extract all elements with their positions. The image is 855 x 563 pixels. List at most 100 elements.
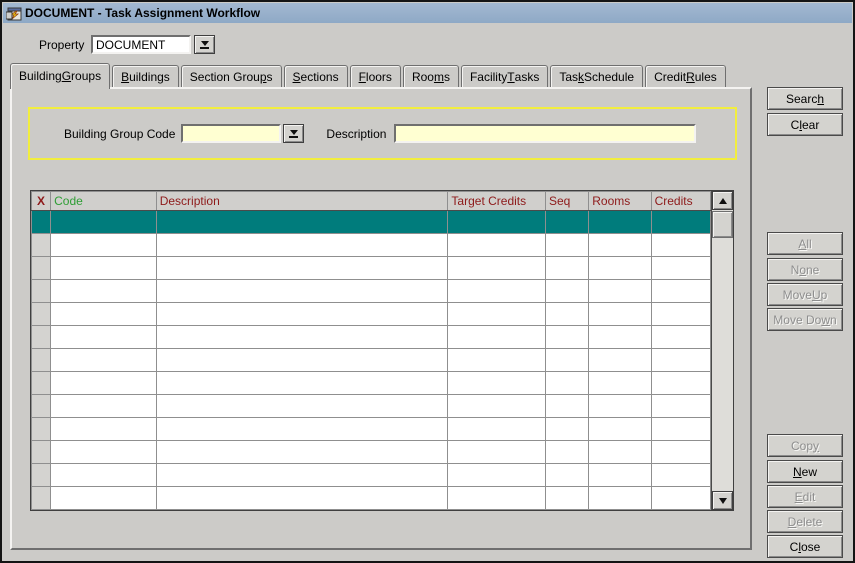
row-selector-cell[interactable] [32,349,51,372]
table-cell[interactable] [51,303,157,326]
table-cell[interactable] [156,395,448,418]
table-cell[interactable] [651,326,710,349]
row-selector-cell[interactable] [32,234,51,257]
building-group-code-lov-button[interactable] [283,124,304,143]
table-cell[interactable] [156,372,448,395]
table-cell[interactable] [448,349,546,372]
search-button[interactable]: Search [767,87,843,110]
tab-section-groups[interactable]: Section Groups [181,65,282,87]
table-row[interactable] [32,211,711,234]
tab-floors[interactable]: Floors [350,65,401,87]
table-cell[interactable] [545,280,588,303]
table-cell[interactable] [589,487,651,510]
table-cell[interactable] [448,464,546,487]
table-cell[interactable] [156,257,448,280]
table-cell[interactable] [589,257,651,280]
table-cell[interactable] [651,372,710,395]
tab-task-schedule[interactable]: Task Schedule [550,65,643,87]
table-cell[interactable] [156,303,448,326]
table-cell[interactable] [51,441,157,464]
property-input[interactable] [91,35,191,54]
table-cell[interactable] [51,234,157,257]
table-row[interactable] [32,257,711,280]
table-cell[interactable] [51,349,157,372]
table-cell[interactable] [448,234,546,257]
table-cell[interactable] [589,418,651,441]
vertical-scrollbar[interactable] [711,191,733,510]
table-cell[interactable] [589,464,651,487]
table-cell[interactable] [589,280,651,303]
scroll-up-button[interactable] [712,191,733,210]
table-cell[interactable] [545,487,588,510]
table-cell[interactable] [51,487,157,510]
table-cell[interactable] [545,234,588,257]
table-cell[interactable] [156,487,448,510]
table-row[interactable] [32,487,711,510]
row-selector-cell[interactable] [32,441,51,464]
table-cell[interactable] [448,418,546,441]
table-cell[interactable] [545,441,588,464]
table-cell[interactable] [589,211,651,234]
scroll-down-button[interactable] [712,491,733,510]
table-cell[interactable] [448,326,546,349]
tab-credit-rules[interactable]: Credit Rules [645,65,726,87]
tab-rooms[interactable]: Rooms [403,65,459,87]
table-cell[interactable] [51,395,157,418]
table-cell[interactable] [545,349,588,372]
table-cell[interactable] [51,280,157,303]
tab-facility-tasks[interactable]: Facility Tasks [461,65,548,87]
table-cell[interactable] [651,303,710,326]
table-cell[interactable] [651,441,710,464]
table-row[interactable] [32,280,711,303]
table-row[interactable] [32,372,711,395]
table-cell[interactable] [651,464,710,487]
building-group-code-input[interactable] [181,124,281,143]
table-cell[interactable] [651,211,710,234]
clear-button[interactable]: Clear [767,113,843,136]
table-cell[interactable] [651,280,710,303]
table-cell[interactable] [448,280,546,303]
table-cell[interactable] [156,349,448,372]
table-cell[interactable] [589,303,651,326]
table-cell[interactable] [589,349,651,372]
row-selector-cell[interactable] [32,395,51,418]
table-row[interactable] [32,441,711,464]
table-cell[interactable] [589,395,651,418]
table-cell[interactable] [51,326,157,349]
row-selector-cell[interactable] [32,464,51,487]
table-cell[interactable] [156,326,448,349]
description-input[interactable] [394,124,696,143]
row-selector-cell[interactable] [32,487,51,510]
tab-buildings[interactable]: Buildings [112,65,179,87]
table-row[interactable] [32,349,711,372]
table-row[interactable] [32,303,711,326]
table-cell[interactable] [651,395,710,418]
table-cell[interactable] [589,234,651,257]
table-cell[interactable] [156,211,448,234]
table-cell[interactable] [51,211,157,234]
scrollbar-thumb[interactable] [712,211,733,238]
table-cell[interactable] [545,372,588,395]
table-cell[interactable] [156,464,448,487]
table-row[interactable] [32,464,711,487]
table-cell[interactable] [156,441,448,464]
table-cell[interactable] [651,234,710,257]
property-lov-button[interactable] [194,35,215,54]
row-selector-cell[interactable] [32,280,51,303]
row-selector-cell[interactable] [32,303,51,326]
table-cell[interactable] [448,441,546,464]
table-cell[interactable] [156,280,448,303]
table-cell[interactable] [156,418,448,441]
table-cell[interactable] [51,464,157,487]
row-selector-cell[interactable] [32,211,51,234]
table-cell[interactable] [651,349,710,372]
table-cell[interactable] [448,395,546,418]
table-cell[interactable] [448,487,546,510]
table-cell[interactable] [545,395,588,418]
table-cell[interactable] [51,372,157,395]
table-cell[interactable] [545,418,588,441]
table-cell[interactable] [448,303,546,326]
row-selector-cell[interactable] [32,257,51,280]
table-cell[interactable] [545,303,588,326]
table-row[interactable] [32,418,711,441]
